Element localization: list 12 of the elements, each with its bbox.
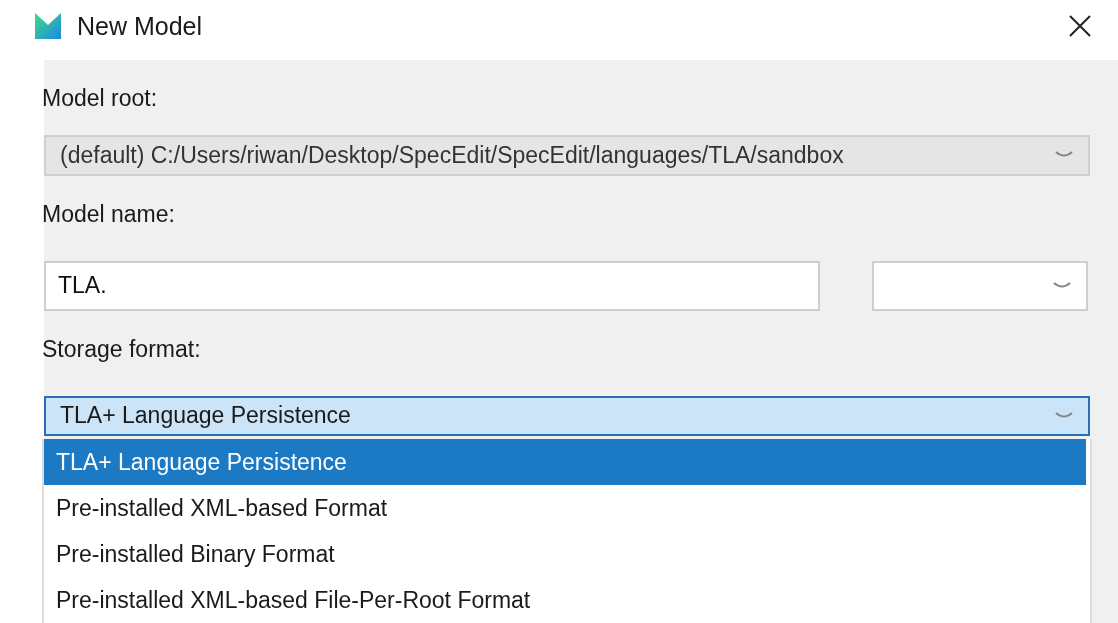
field-label: Model root:: [42, 85, 159, 112]
dropdown-option[interactable]: Pre-installed XML-based Format: [44, 485, 1086, 531]
field-label: Model name:: [42, 200, 176, 228]
dropdown-option[interactable]: Pre-installed XML-based File-Per-Root Format: [44, 577, 1086, 623]
window-title: New Model: [77, 11, 203, 41]
app-logo-icon: [35, 13, 61, 39]
model-name-field[interactable]: TLA.: [44, 260, 820, 311]
dropdown-option[interactable]: TLA+ Language Persistence: [44, 439, 1086, 485]
close-icon: [1068, 14, 1092, 38]
storage-format-dropdown[interactable]: TLA+ Language Persistence: [44, 395, 1090, 436]
dropdown-option[interactable]: Pre-installed Binary Format: [44, 531, 1086, 577]
field-label: Storage format:: [42, 335, 202, 363]
